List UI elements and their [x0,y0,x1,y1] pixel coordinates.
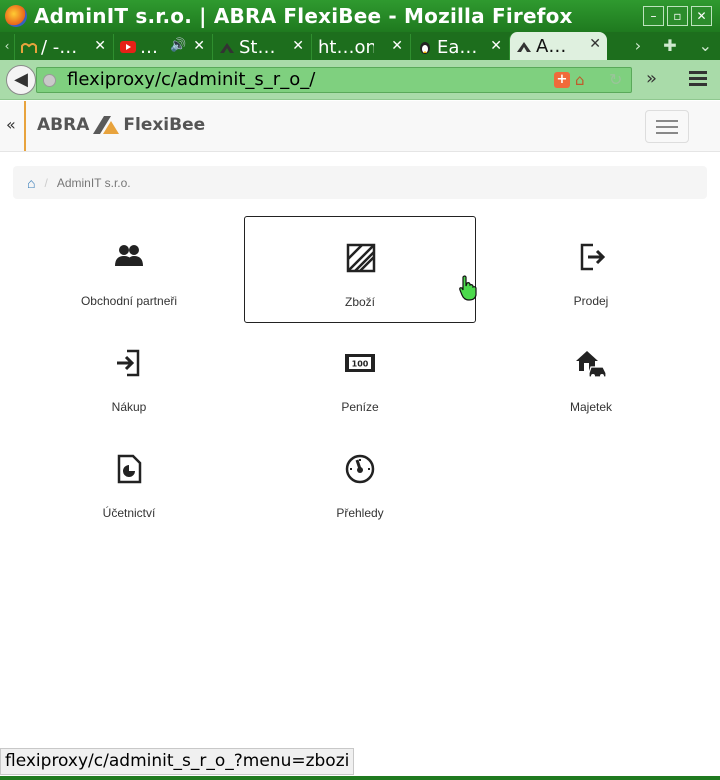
tile-penize[interactable]: 100 Peníze [244,322,476,429]
minimize-button[interactable]: – [643,6,664,26]
youtube-icon [120,41,136,53]
flexibee-logo[interactable]: ABRA FlexiBee [37,115,205,135]
back-arrow-icon[interactable]: ◀ [6,65,36,95]
tab-list-icon[interactable]: ⌄ [699,36,712,55]
overflow-chevron-icon[interactable]: » [646,68,657,89]
app-header: « ABRA FlexiBee [0,101,720,152]
tab-3[interactable]: St… ✕ [212,34,310,60]
window-frame-bottom [0,776,720,780]
tile-label: Nákup [111,400,147,414]
close-tab-icon[interactable]: ✕ [589,36,601,52]
breadcrumb-separator: / [44,175,48,190]
logo-brand-left: ABRA [37,115,90,135]
add-bookmark-icon[interactable]: + [554,72,570,88]
home-icon[interactable]: ⌂ [27,175,35,191]
tile-obchodni-partneri[interactable]: Obchodní partneři [13,216,245,323]
tab-scroll-right-icon[interactable]: › [635,36,641,55]
tile-nakup[interactable]: Nákup [13,322,245,429]
home-icon[interactable]: ⌂ [575,71,585,89]
logo-brand-right: FlexiBee [123,115,206,135]
tab-label: St… [239,36,276,58]
property-icon [576,351,607,378]
url-input[interactable]: flexiproxy/c/adminit_s_r_o_/ [67,69,315,90]
moodle-icon [21,43,37,53]
breadcrumb: ⌂ / AdminIT s.r.o. [13,166,707,199]
tile-majetek[interactable]: Majetek [475,322,707,429]
tab-scroll-left-icon[interactable]: ‹ [0,32,14,60]
app-menu-button[interactable] [645,110,689,143]
tab-6-active[interactable]: A… ✕ [509,32,607,60]
abra-icon [517,42,531,52]
dashboard-icon [345,454,375,484]
breadcrumb-company: AdminIT s.r.o. [56,175,131,190]
tab-label: … [140,36,158,58]
status-link-preview: flexiproxy/c/adminit_s_r_o_?menu=zbozi [0,748,355,775]
tile-label: Peníze [341,400,379,414]
speaker-icon[interactable]: 🔊 [170,38,186,53]
tile-zbozi[interactable]: Zboží [244,216,476,323]
close-window-button[interactable]: ✕ [691,6,712,26]
tile-label: Majetek [569,400,613,414]
tile-label: Zboží [344,295,375,309]
tile-prodej[interactable]: Prodej [475,216,707,323]
site-identity-icon[interactable] [43,74,56,87]
tab-2[interactable]: … 🔊 ✕ [113,34,211,60]
abra-mark-icon [93,116,120,134]
url-bar[interactable]: flexiproxy/c/adminit_s_r_o_/ + ⌂ ↻ [36,67,632,93]
maximize-button[interactable]: ▫ [667,6,688,26]
tile-label: Přehledy [336,506,384,520]
tab-label: A… [536,35,567,57]
tab-4[interactable]: ht…on ✕ [311,34,409,60]
goods-icon [346,243,376,273]
tile-label: Obchodní partneři [80,294,178,308]
accent-divider [24,101,26,151]
window-title: AdminIT s.r.o. | ABRA FlexiBee - Mozilla… [34,4,573,28]
abra-icon [220,43,234,53]
navigation-toolbar: ◀ flexiproxy/c/adminit_s_r_o_/ + ⌂ ↻ » [0,60,720,100]
tab-label: / -… [41,36,78,58]
hand-cursor-icon [459,275,477,301]
close-tab-icon[interactable]: ✕ [94,38,106,54]
svg-text:100: 100 [352,360,369,369]
tab-label: Ea… [437,36,478,58]
tile-label: Prodej [573,294,609,308]
reload-icon[interactable]: ↻ [609,70,622,89]
menu-icon[interactable] [689,71,707,89]
tab-5[interactable]: Ea… ✕ [410,34,508,60]
sale-icon [580,243,606,271]
tab-bar: ‹ / -… ✕ … 🔊 ✕ St… ✕ ht…on ✕ Ea… ✕ A… ✕ … [0,32,720,60]
close-tab-icon[interactable]: ✕ [490,38,502,54]
penguin-icon [420,42,430,54]
tab-1[interactable]: / -… ✕ [14,34,112,60]
close-tab-icon[interactable]: ✕ [391,38,403,54]
collapse-sidebar-icon[interactable]: « [6,115,16,134]
purchase-icon [117,349,140,377]
window-titlebar: AdminIT s.r.o. | ABRA FlexiBee - Mozilla… [0,0,720,32]
money-icon: 100 [345,354,375,372]
partners-icon [115,245,143,266]
new-tab-icon[interactable]: ✚ [663,36,676,55]
firefox-icon [5,5,27,27]
tile-ucetnictvi[interactable]: Účetnictví [13,428,245,535]
tab-label: ht…on [318,36,374,58]
tile-prehledy[interactable]: Přehledy [244,428,476,535]
close-tab-icon[interactable]: ✕ [193,38,205,54]
tile-label: Účetnictví [102,506,156,520]
close-tab-icon[interactable]: ✕ [292,38,304,54]
accounting-icon [117,454,142,484]
